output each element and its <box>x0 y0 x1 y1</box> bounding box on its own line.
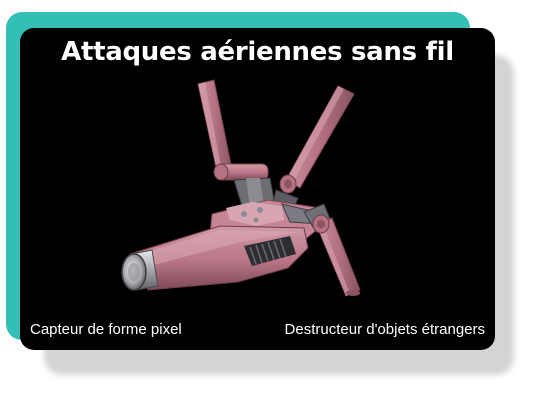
left-caption: Capteur de forme pixel <box>30 321 182 338</box>
right-caption: Destructeur d'objets étrangers <box>284 321 485 338</box>
vacuum-nozzle-illustration <box>121 79 361 297</box>
left-arm <box>197 79 269 181</box>
feature-card-stage: Attaques aériennes sans fil Capteur de f… <box>0 0 542 401</box>
right-paddle <box>303 203 361 297</box>
front-nozzle <box>121 249 159 291</box>
feature-card: Attaques aériennes sans fil Capteur de f… <box>20 28 495 350</box>
right-arm <box>279 85 355 194</box>
